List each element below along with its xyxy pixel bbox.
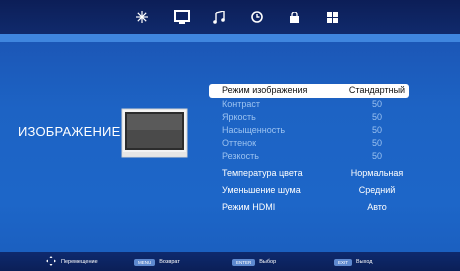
menu-item-contrast[interactable]: Контраст 50 bbox=[209, 99, 409, 112]
menu-item-label: Уменьшение шума bbox=[222, 185, 301, 195]
hint-bar: Перемещение MENU Возврат ENTER Выбор EXI… bbox=[0, 252, 460, 271]
menu-item-saturation[interactable]: Насыщенность 50 bbox=[209, 125, 409, 138]
menu-item-color-temperature[interactable]: Температура цвета Нормальная bbox=[209, 168, 409, 181]
enter-key: ENTER bbox=[232, 258, 256, 266]
section-title: ИЗОБРАЖЕНИЕ bbox=[18, 124, 121, 139]
hint-exit-label: Выход bbox=[356, 259, 373, 265]
exit-key: EXIT bbox=[334, 258, 353, 266]
tab-lock[interactable] bbox=[274, 0, 314, 34]
dpad-icon bbox=[46, 256, 56, 268]
hint-back: MENU Возврат bbox=[134, 257, 180, 267]
menu-item-sharpness[interactable]: Резкость 50 bbox=[209, 151, 409, 164]
hint-move-label: Перемещение bbox=[61, 259, 98, 265]
menu-item-label: Температура цвета bbox=[222, 168, 303, 178]
music-note-icon bbox=[213, 10, 225, 24]
clock-icon bbox=[251, 11, 263, 23]
menu-item-value: Стандартный bbox=[348, 85, 406, 95]
menu-item-picture-mode[interactable]: Режим изображения Стандартный bbox=[209, 84, 409, 98]
tab-options[interactable] bbox=[312, 0, 352, 34]
hint-back-label: Возврат bbox=[159, 259, 180, 265]
grid-icon bbox=[326, 11, 338, 23]
tab-sound[interactable] bbox=[199, 0, 239, 34]
menu-item-value: Нормальная bbox=[350, 168, 404, 178]
hint-move: Перемещение bbox=[46, 256, 98, 268]
tab-time[interactable] bbox=[237, 0, 277, 34]
menu-item-brightness[interactable]: Яркость 50 bbox=[209, 112, 409, 125]
menu-item-label: Режим HDMI bbox=[222, 202, 276, 212]
monitor-icon bbox=[174, 9, 190, 25]
menu-item-label: Резкость bbox=[222, 151, 259, 161]
menu-item-value: Авто bbox=[367, 202, 387, 212]
menu-item-value: 50 bbox=[371, 125, 382, 135]
menu-item-value: Средний bbox=[358, 185, 396, 195]
header-band bbox=[0, 34, 460, 42]
category-tab-bar bbox=[0, 0, 460, 34]
hint-select-label: Выбор bbox=[259, 259, 277, 265]
menu-key: MENU bbox=[134, 258, 156, 266]
menu-item-value: 50 bbox=[371, 112, 382, 122]
menu-item-label: Насыщенность bbox=[222, 125, 286, 135]
menu-item-label: Режим изображения bbox=[222, 85, 308, 95]
menu-item-tint[interactable]: Оттенок 50 bbox=[209, 138, 409, 151]
menu-item-value: 50 bbox=[371, 99, 382, 109]
menu-item-label: Контраст bbox=[222, 99, 260, 109]
menu-item-label: Оттенок bbox=[222, 138, 257, 148]
menu-item-noise-reduction[interactable]: Уменьшение шума Средний bbox=[209, 185, 409, 198]
hint-select: ENTER Выбор bbox=[232, 257, 276, 267]
menu-item-hdmi-mode[interactable]: Режим HDMI Авто bbox=[209, 202, 409, 215]
menu-item-value: 50 bbox=[371, 151, 382, 161]
lock-icon bbox=[289, 11, 300, 23]
snowflake-icon bbox=[136, 11, 148, 23]
menu-item-value: 50 bbox=[371, 138, 382, 148]
tv-illustration bbox=[121, 108, 188, 158]
tab-setup[interactable] bbox=[122, 0, 162, 34]
menu-item-label: Яркость bbox=[222, 112, 256, 122]
tv-osd-screen: ИЗОБРАЖЕНИЕ Режим изображения Стандартны… bbox=[0, 0, 460, 271]
tab-picture[interactable] bbox=[162, 0, 202, 34]
hint-exit: EXIT Выход bbox=[334, 257, 372, 267]
